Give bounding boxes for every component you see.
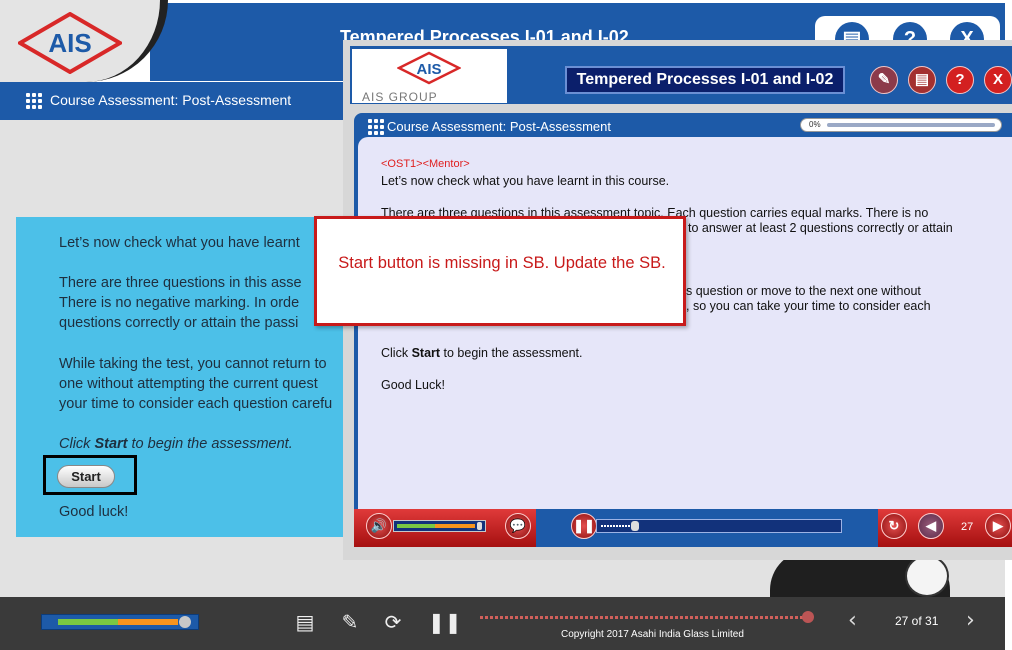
sb-volume-slider[interactable] (393, 520, 486, 532)
click-bold: Start (94, 436, 128, 452)
ais-logo: AIS (18, 12, 122, 74)
close-icon: X (992, 71, 1003, 88)
para2-line1: While taking the test, you cannot return… (59, 356, 327, 372)
para1-line3: questions correctly or attain the passi (59, 315, 299, 331)
print-icon: ▤ (914, 71, 930, 88)
ost-tag: <OST1><Mentor> (381, 158, 470, 170)
sb-volume-level-icon (397, 522, 482, 530)
svg-text:AIS: AIS (416, 61, 441, 78)
menu-grid-icon-sb[interactable] (368, 119, 384, 135)
seek-bar[interactable] (480, 616, 810, 619)
help-icon: ? (955, 71, 965, 88)
sb-line5: , so you can take your time to consider … (686, 299, 931, 313)
click-start-instruction: Click Start to begin the assessment. (59, 434, 293, 454)
sb-prev-icon[interactable]: ◀ (918, 513, 944, 539)
sb-good-luck: Good Luck! (381, 378, 445, 392)
click-suffix: to begin the assessment. (127, 436, 293, 452)
section-title: Course Assessment: Post-Assessment (50, 92, 292, 108)
sb-click-prefix: Click (381, 346, 412, 360)
volume-slider[interactable] (41, 614, 199, 630)
page-counter: 27 of 31 (895, 614, 939, 628)
sb-next-icon[interactable]: ▶ (985, 513, 1011, 539)
edit-icon: ✎ (877, 71, 891, 88)
assessment-progress: 0% (800, 118, 1002, 132)
sb-click-bold: Start (411, 346, 441, 360)
start-button[interactable]: Start (57, 465, 115, 488)
seek-knob[interactable] (802, 611, 814, 623)
sb-click-suffix: to begin the assessment. (440, 346, 583, 360)
sb-line1: Let’s now check what you have learnt in … (381, 174, 670, 188)
svg-text:AIS: AIS (48, 28, 91, 58)
copyright-text: Copyright 2017 Asahi India Glass Limited (561, 629, 744, 640)
intro-text: Let’s now check what you have learnt (59, 235, 300, 251)
storyboard-ais-logo: AIS (397, 51, 461, 85)
sb-pause-icon[interactable]: ❚❚ (571, 513, 597, 539)
good-luck-text: Good luck! (59, 504, 129, 520)
comment-icon[interactable]: 💬 (505, 513, 531, 539)
pause-icon[interactable]: ❚❚ (428, 610, 462, 634)
sb-page-number: 27 (961, 521, 974, 533)
para2-line3: your time to consider each question care… (59, 396, 333, 412)
progress-track (827, 123, 995, 127)
volume-level-icon (58, 616, 191, 628)
sb-line3: to answer at least 2 questions correctly… (688, 221, 953, 235)
para2-line2: one without attempting the current quest (59, 376, 318, 392)
sb-seek-bar[interactable] (596, 519, 842, 533)
mascot-hand (905, 555, 949, 597)
para1-line2: There is no negative marking. In orde (59, 295, 300, 311)
close-button-sb[interactable]: X (984, 66, 1012, 94)
speaker-icon[interactable]: 🔊 (366, 513, 392, 539)
para1-line1: There are three questions in this asse (59, 275, 302, 291)
group-label: AIS GROUP (362, 90, 438, 104)
sb-click-start: Click Start to begin the assessment. (381, 346, 583, 361)
review-note-text: Start button is missing in SB. Update th… (338, 254, 666, 272)
storyboard-title: Tempered Processes I-01 and I-02 (565, 66, 845, 94)
next-arrow-icon[interactable]: › (966, 608, 975, 633)
prev-arrow-icon[interactable]: ‹ (848, 608, 857, 633)
print-button[interactable]: ▤ (908, 66, 936, 94)
transcript-icon[interactable]: ▤ (293, 610, 317, 634)
review-note: Start button is missing in SB. Update th… (314, 216, 686, 326)
storyboard-section-title: Course Assessment: Post-Assessment (387, 119, 611, 134)
sb-replay-icon[interactable]: ↻ (881, 513, 907, 539)
replay-icon[interactable]: ⟳ (381, 610, 405, 634)
progress-label: 0% (809, 120, 821, 129)
pencil-icon[interactable]: ✎ (338, 610, 362, 634)
edit-button[interactable]: ✎ (870, 66, 898, 94)
sb-line4: s question or move to the next one witho… (686, 284, 921, 298)
click-prefix: Click (59, 436, 95, 452)
help-button-sb[interactable]: ? (946, 66, 974, 94)
menu-grid-icon[interactable] (26, 93, 42, 109)
